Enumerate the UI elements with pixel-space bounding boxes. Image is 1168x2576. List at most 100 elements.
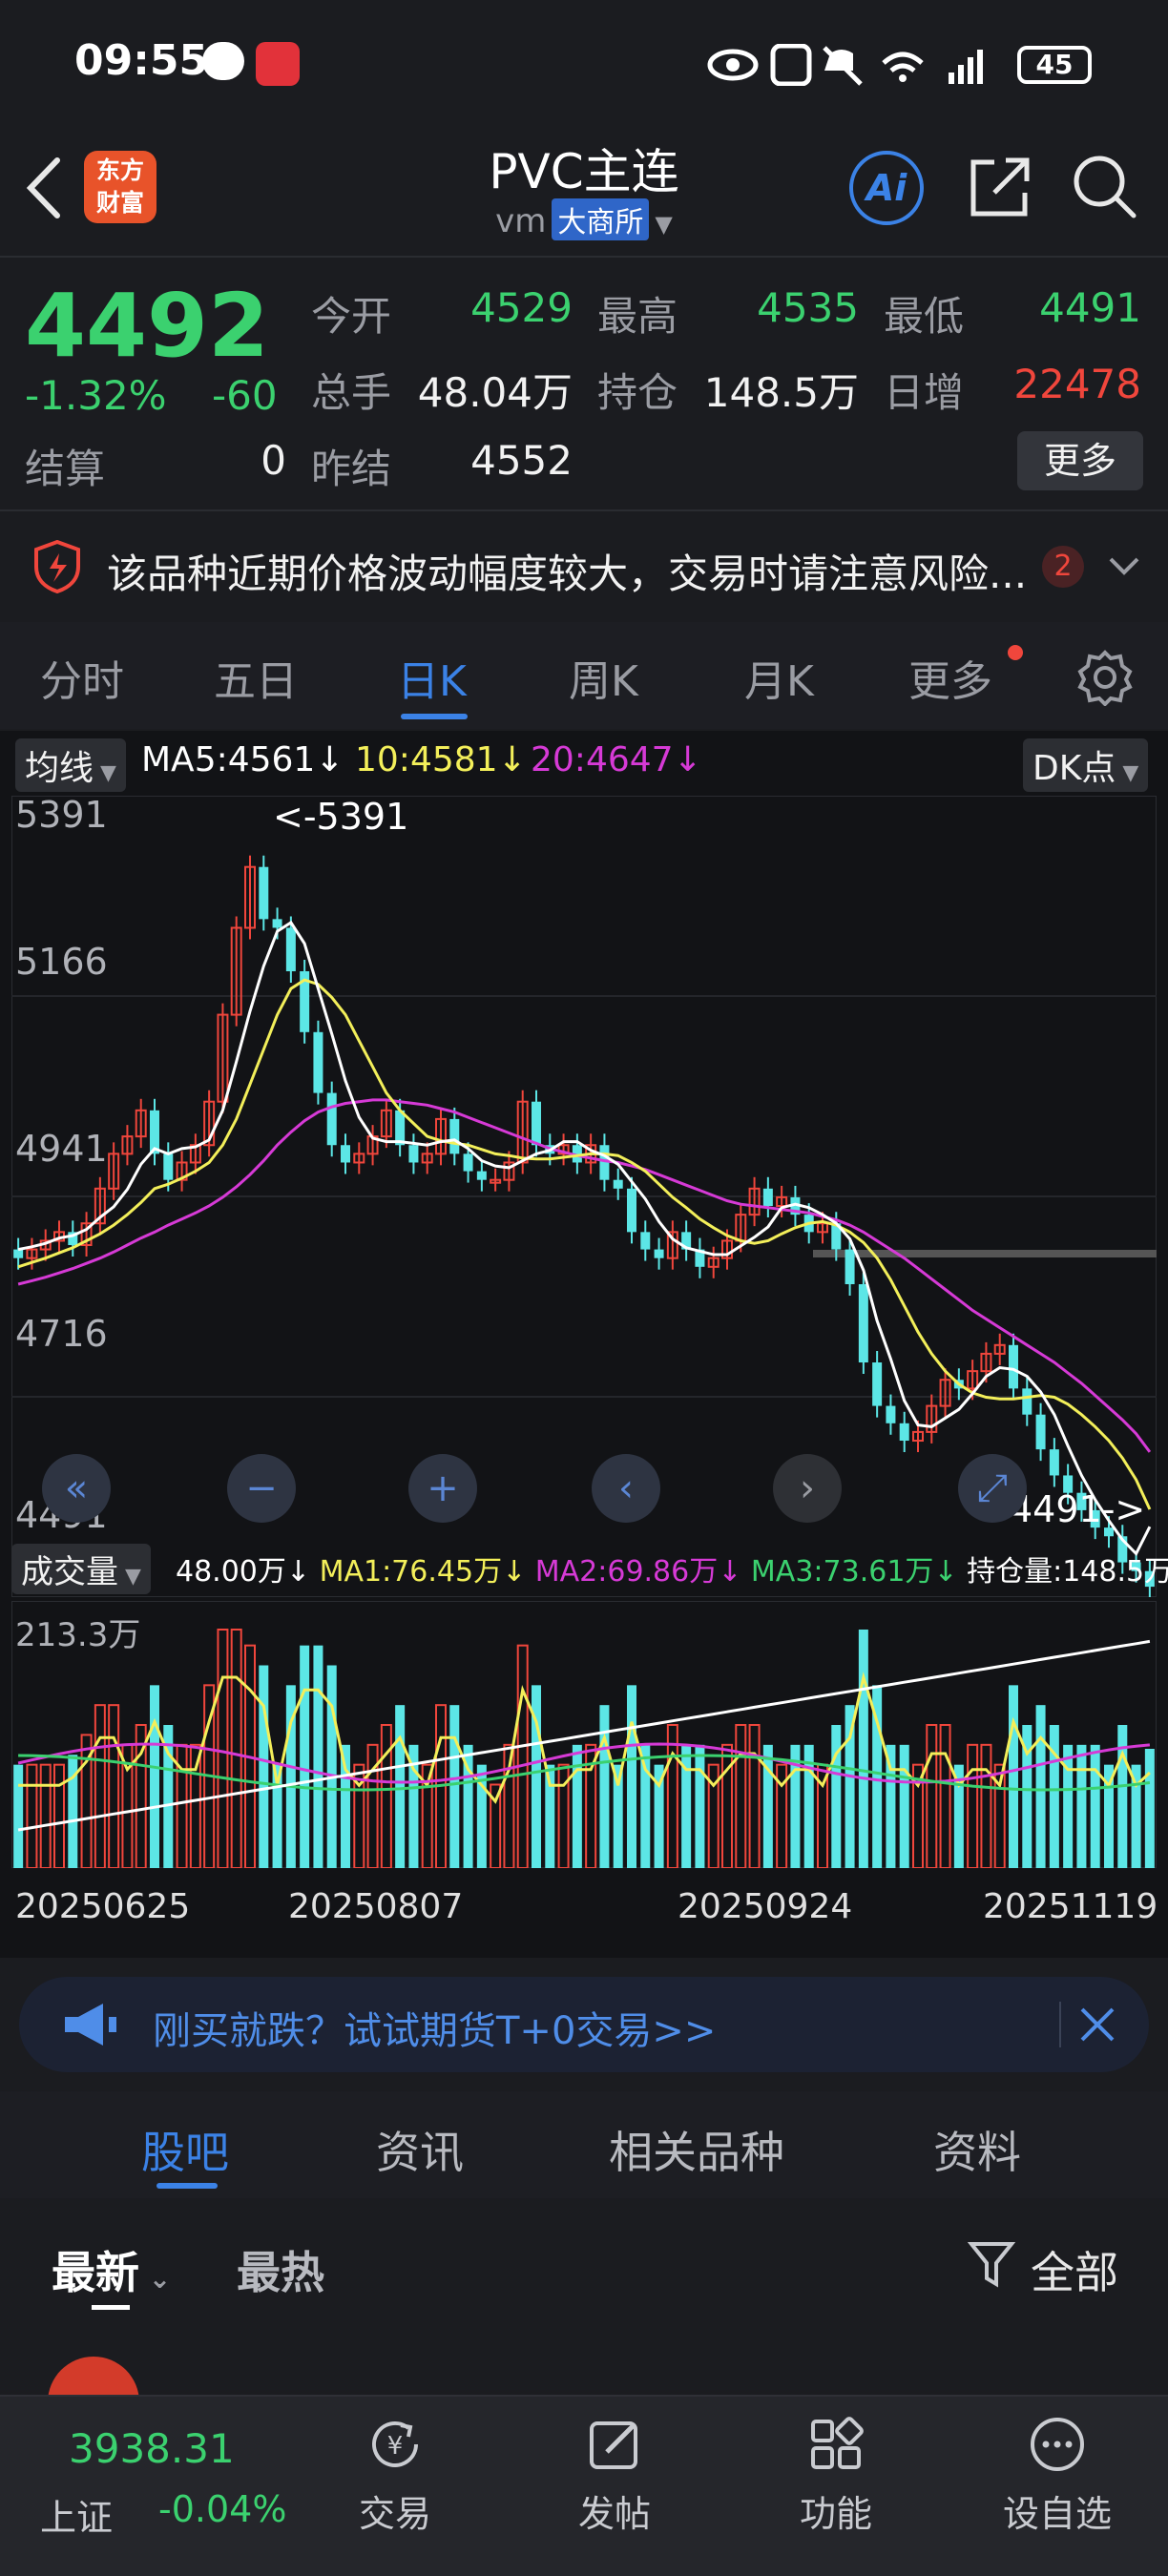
risk-notice[interactable]: 该品种近期价格波动幅度较大，交易时请注意风险... 2 (0, 511, 1168, 620)
megaphone-icon (65, 2004, 116, 2046)
open-value: 4529 (470, 284, 573, 331)
open-label: 今开 (311, 293, 392, 340)
low-marker: 4491-> (1010, 1488, 1146, 1530)
volume-bar (666, 1724, 678, 1868)
high-marker: <-5391 (273, 796, 409, 838)
volume-bar (1144, 1749, 1155, 1868)
volume-bar (599, 1705, 610, 1868)
ma10-series-line (17, 978, 1152, 1510)
more-button[interactable]: 更多 (1017, 431, 1143, 490)
candle (408, 1145, 419, 1163)
promo-divider (1059, 2002, 1061, 2047)
vol-ma1-readout: MA1:76.45万 (319, 1555, 503, 1589)
wechat-icon (202, 42, 244, 80)
nav-post[interactable]: 发帖 (538, 2416, 691, 2537)
scroll-right-button[interactable]: › (773, 1454, 842, 1523)
risk-notice-text: 该品种近期价格波动幅度较大，交易时请注意风险... (107, 551, 1028, 597)
candle (463, 1153, 473, 1172)
candle (163, 1153, 174, 1180)
volume-bar (1035, 1705, 1046, 1868)
volume-bar (189, 1743, 201, 1868)
promo-banner[interactable]: 刚买就跌？试试期货T+0交易>> (19, 1977, 1149, 2072)
close-icon[interactable] (1078, 2005, 1116, 2044)
tab-profile[interactable]: 资料 (933, 2118, 1021, 2181)
tab-related[interactable]: 相关品种 (609, 2118, 784, 2181)
candle (640, 1232, 651, 1250)
candle (13, 1249, 24, 1258)
volume-bar (640, 1744, 651, 1868)
candle (613, 1179, 623, 1189)
zoom-out-button[interactable]: − (227, 1454, 296, 1523)
volume-bar (831, 1725, 842, 1868)
filter-all-label[interactable]: 全部 (1031, 2238, 1118, 2301)
volume-bar (721, 1743, 733, 1868)
filter-funnel-icon[interactable] (968, 2238, 1015, 2292)
candle (886, 1405, 896, 1423)
volume-max-label: 213.3万 (15, 1616, 141, 1654)
nav-add-favorite[interactable]: 设自选 (981, 2416, 1134, 2537)
candle (449, 1118, 460, 1154)
volume-bar (259, 1665, 269, 1868)
ma20-series-line (17, 1098, 1152, 1453)
scroll-left-button[interactable]: ‹ (592, 1454, 660, 1523)
contract-code: vm (495, 202, 547, 240)
nav-trade[interactable]: ¥ 交易 (319, 2416, 471, 2537)
tab-daily-k[interactable]: 日K (397, 647, 467, 708)
sort-latest[interactable]: 最新 ⌄ (52, 2238, 171, 2301)
volume-bar (926, 1724, 938, 1868)
volume-bar (1076, 1744, 1087, 1868)
sort-hottest[interactable]: 最热 (237, 2238, 324, 2301)
low-value: 4491 (1039, 284, 1141, 331)
more-dots-icon (1031, 2418, 1084, 2471)
index-value[interactable]: 3938.31 (69, 2425, 235, 2472)
volume-bar (967, 1743, 979, 1868)
vol-ma2-readout: MA2:69.86万 (534, 1555, 719, 1589)
notice-count-badge: 2 (1042, 546, 1084, 588)
change-percent: -1.32% (25, 372, 167, 419)
volume-bar (326, 1665, 337, 1868)
volume-bar (845, 1705, 855, 1868)
settlement-label: 结算 (25, 446, 106, 492)
candle (1035, 1414, 1046, 1450)
share-icon[interactable] (966, 153, 1034, 221)
chart-period-tabs: 分时 五日 日K 周K 月K 更多 (0, 622, 1168, 729)
zoom-in-button[interactable]: + (408, 1454, 477, 1523)
tab-more[interactable]: 更多 (908, 647, 992, 708)
sort-active-indicator (92, 2305, 130, 2310)
volume-bar (1090, 1744, 1100, 1868)
volume-bar (380, 1724, 392, 1868)
search-icon[interactable] (1071, 153, 1139, 221)
dk-point-toggle[interactable]: DK点 ▼ (1023, 738, 1149, 792)
volume-bar (899, 1744, 909, 1868)
tab-weekly-k[interactable]: 周K (569, 647, 638, 708)
tab-intraday[interactable]: 分时 (40, 647, 124, 708)
indicator-select[interactable]: 均线 ▼ (15, 738, 126, 792)
shield-warning-icon (34, 540, 80, 593)
tab-monthly-k[interactable]: 月K (744, 647, 814, 708)
svg-text:¥: ¥ (387, 2432, 404, 2461)
volume-bar (748, 1724, 761, 1868)
tab-news[interactable]: 资讯 (376, 2118, 464, 2181)
volume-bar (313, 1645, 323, 1868)
fullscreen-button[interactable]: ⤢ (958, 1454, 1027, 1523)
volume-value-readout: 48.00万 (176, 1555, 286, 1589)
volume-bar (886, 1744, 896, 1868)
tab-five-day[interactable]: 五日 (214, 647, 298, 708)
index-change[interactable]: -0.04% (158, 2488, 286, 2530)
candle (762, 1188, 773, 1207)
index-name[interactable]: 上证 (40, 2488, 113, 2541)
scroll-to-start-button[interactable]: « (42, 1454, 111, 1523)
nav-functions[interactable]: 功能 (760, 2416, 912, 2537)
kline-chart-panel[interactable]: 均线 ▼ MA5:4561↓ 10:4581↓ 20:4647↓ DK点 ▼ 5… (0, 731, 1168, 1958)
tab-forum[interactable]: 股吧 (141, 2118, 229, 2181)
volume-indicator-select[interactable]: 成交量 ▼ (11, 1544, 151, 1594)
volume-bar (572, 1744, 582, 1868)
chevron-down-icon[interactable] (1107, 555, 1141, 578)
volume-bar (1063, 1744, 1074, 1868)
settlement-value: 0 (261, 437, 286, 484)
y-tick-label: 5391 (15, 794, 108, 836)
settings-gear-icon[interactable] (1076, 649, 1134, 706)
ai-assistant-button[interactable]: Ai (849, 151, 924, 225)
promo-text: 刚买就跌？试试期货T+0交易>> (153, 2009, 717, 2053)
volume-bar (108, 1704, 120, 1868)
